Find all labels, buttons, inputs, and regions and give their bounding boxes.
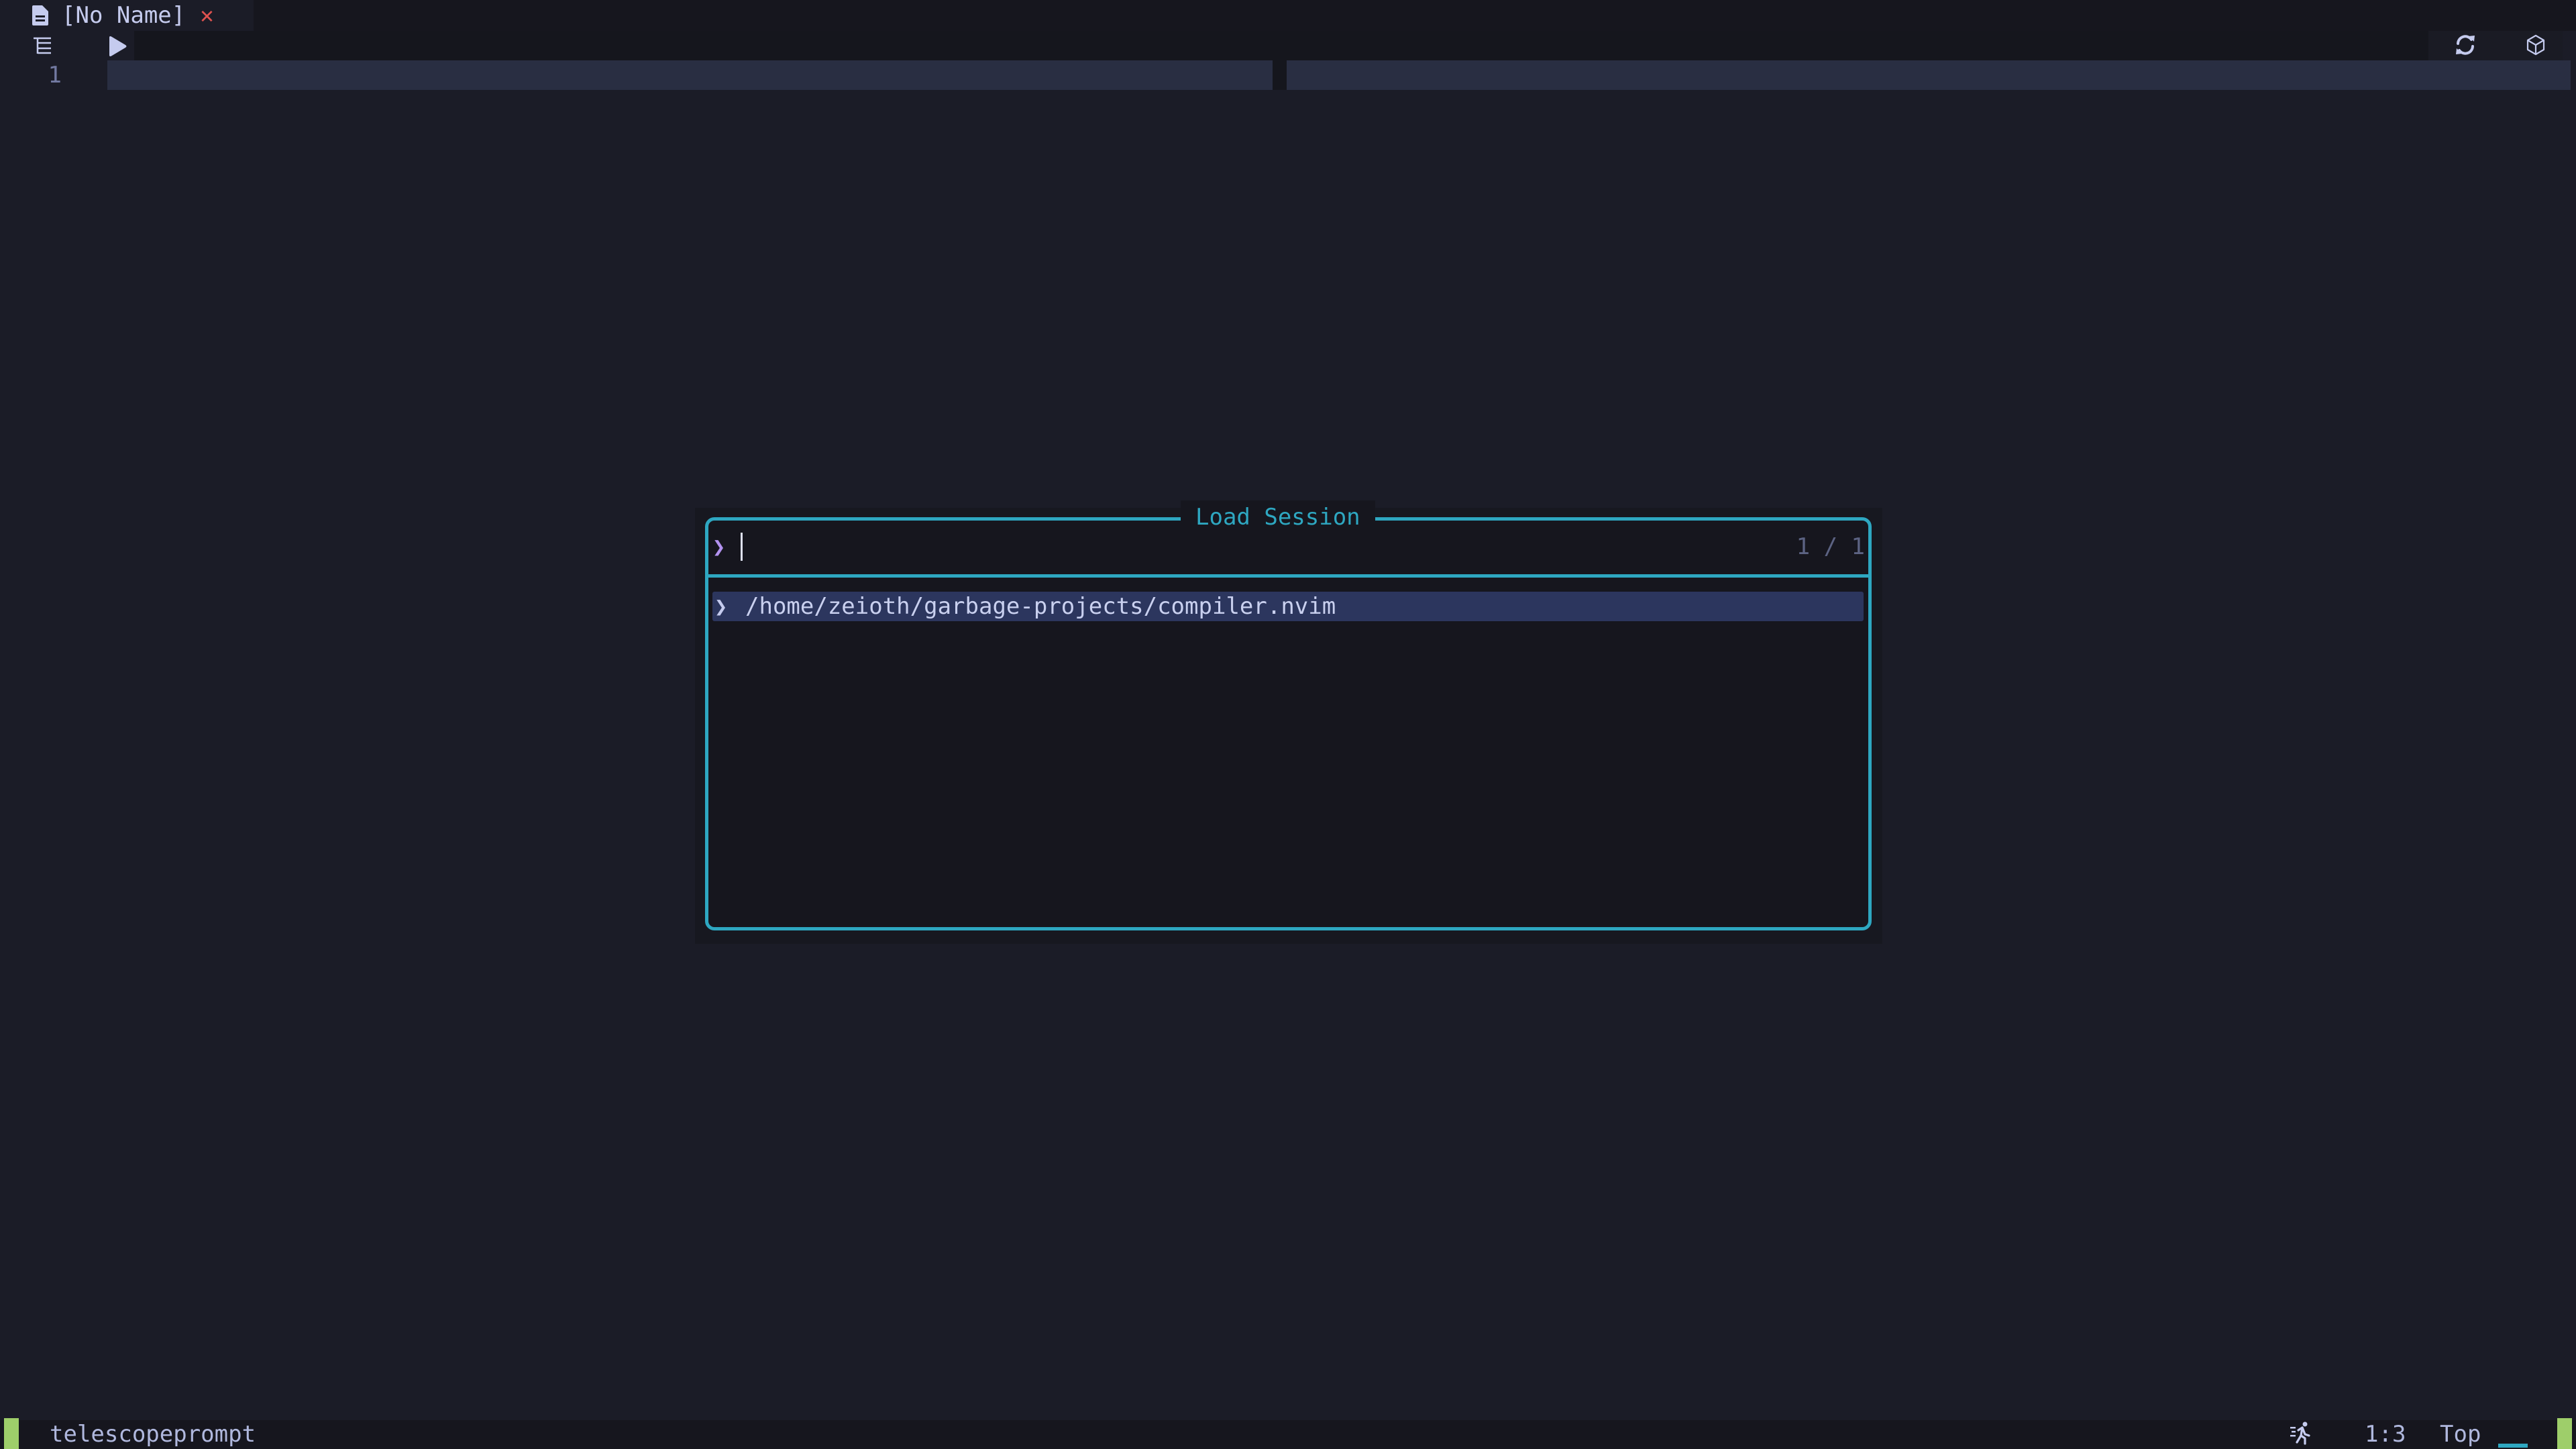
file-icon [32,5,48,25]
result-item-path: /home/zeioth/garbage-projects/compiler.n… [745,593,1336,620]
mode-indicator-left [4,1418,19,1449]
scroll-position: Top [2440,1421,2481,1448]
winbar-center [134,31,2428,60]
close-icon[interactable]: ✕ [200,4,213,27]
result-counter: 1 / 1 [1796,533,1865,560]
prompt-divider [705,574,1872,578]
mode-indicator-right [2557,1418,2572,1449]
prompt-prefix-icon: ❯ [712,534,726,559]
window-separator[interactable] [1273,60,1287,90]
tab-no-name[interactable]: [No Name] ✕ [0,0,254,31]
telescope-prompt-input[interactable] [741,531,1747,561]
running-icon [2290,1421,2310,1445]
telescope-title: Load Session [1181,500,1375,534]
statusline [0,1420,2576,1449]
cursorline-left-split[interactable] [107,60,1273,90]
result-item-selected[interactable]: ❯ /home/zeioth/garbage-projects/compiler… [712,592,1864,621]
cursorline-right-split[interactable] [1287,60,2571,90]
selection-caret-icon: ❯ [714,594,728,619]
outline-icon[interactable] [34,36,54,55]
tabline [0,0,2576,31]
play-icon[interactable] [107,36,127,57]
filetype-label: telescopeprompt [50,1421,256,1448]
refresh-icon[interactable] [2454,34,2477,56]
scroll-progress-bar [2498,1444,2528,1448]
text-cursor [741,533,743,561]
package-icon[interactable] [2526,34,2546,56]
line-number: 1 [48,62,62,89]
tab-title: [No Name] [62,2,186,29]
cursor-position: 1:3 [2365,1421,2406,1448]
telescope-picker [705,517,1872,930]
